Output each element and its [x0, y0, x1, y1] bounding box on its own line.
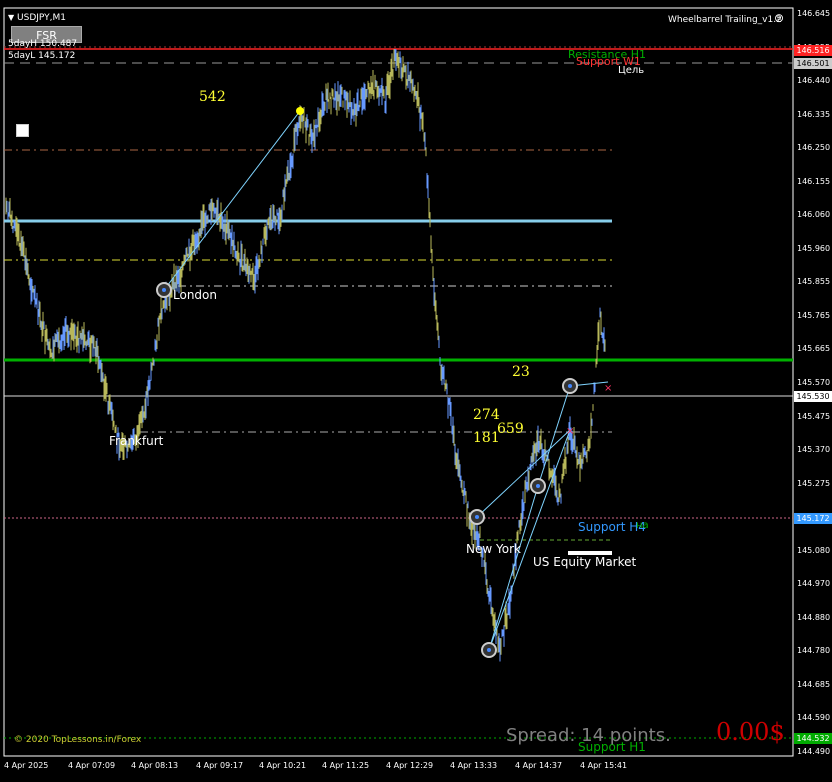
time-tick: 4 Apr 11:25	[322, 761, 370, 770]
price-chart[interactable]: × ×	[0, 0, 832, 782]
peak-marker	[296, 107, 304, 115]
spread-text: Spread: 14 points.	[506, 725, 671, 746]
price-tick: 144.880	[797, 612, 831, 622]
time-tick: 4 Apr 07:09	[68, 761, 116, 770]
symbol-label: ▼ USDJPY,M1	[8, 13, 66, 23]
support-w1-price-box: 146.501	[794, 58, 832, 69]
resistance-price-box: 146.516	[794, 45, 832, 56]
profit-text: 0.00$	[716, 718, 785, 746]
time-tick: 4 Apr 14:37	[515, 761, 563, 770]
svg-text:×: ×	[566, 426, 574, 437]
stat-low: 5dayL 145.172	[8, 51, 76, 61]
target-label: Цель	[618, 65, 645, 76]
price-tick: 145.370	[797, 445, 831, 455]
price-tick: 144.490	[797, 747, 831, 756]
count-23: 23	[512, 364, 530, 380]
price-tick: 145.855	[797, 277, 831, 287]
price-tick: 144.590	[797, 713, 831, 723]
price-tick: 145.960	[797, 243, 831, 253]
settings-icon[interactable]: ⊜	[774, 12, 784, 24]
count-542: 542	[199, 89, 226, 105]
price-tick: 145.080	[797, 545, 831, 555]
price-tick: 145.475	[797, 411, 831, 421]
time-tick: 4 Apr 10:21	[259, 761, 307, 770]
session-new-york: New York	[466, 542, 521, 556]
current-price-box: 145.530	[794, 391, 832, 402]
count-181: 181	[473, 430, 500, 446]
stat-high: 5dayH 150.487	[8, 39, 78, 49]
price-tick: 145.765	[797, 310, 831, 320]
session-london: London	[173, 288, 217, 302]
time-tick: 4 Apr 13:33	[450, 761, 498, 770]
price-tick: 145.570	[797, 378, 831, 387]
price-tick: 146.155	[797, 176, 831, 186]
time-tick: 4 Apr 09:17	[196, 761, 244, 770]
price-tick: 146.645	[797, 9, 831, 18]
count-274: 274	[473, 407, 500, 423]
indicator-name: Wheelbarrel Trailing_v1.2	[668, 15, 782, 25]
session-frankfurt: Frankfurt	[109, 434, 164, 448]
price-tick: 144.685	[797, 679, 831, 689]
price-tick: 145.275	[797, 478, 831, 488]
session-us-equity: US Equity Market	[533, 555, 637, 569]
toggle-checkbox[interactable]	[16, 124, 29, 137]
count-659: 659	[497, 421, 524, 437]
time-tick: 4 Apr 08:13	[131, 761, 179, 770]
price-tick: 146.440	[797, 76, 831, 86]
price-tick: 144.970	[797, 579, 831, 589]
price-tick: 144.780	[797, 646, 831, 656]
time-tick: 4 Apr 12:29	[386, 761, 434, 770]
svg-text:×: ×	[604, 383, 612, 394]
price-tick: 145.665	[797, 344, 831, 354]
price-tick: 146.060	[797, 210, 831, 220]
time-tick: 4 Apr 2025	[4, 761, 49, 770]
obscured-level-label: на	[636, 520, 649, 531]
time-tick: 4 Apr 15:41	[580, 761, 628, 770]
price-tick: 146.335	[797, 109, 831, 119]
copyright-text: © 2020 TopLessons.in/Forex	[14, 735, 142, 745]
support-h1-price-box: 144.532	[794, 733, 832, 744]
price-tick: 146.250	[797, 143, 831, 153]
dropdown-icon[interactable]: ▼	[8, 13, 14, 22]
support-h4-price-box: 145.172	[794, 513, 832, 524]
